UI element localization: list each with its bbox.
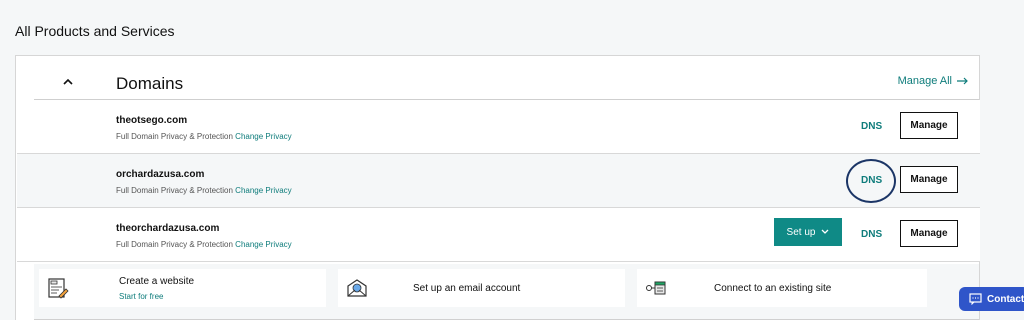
connect-site-icon [646,281,666,295]
chat-icon [969,293,982,305]
domains-card: Domains Manage All theotsego.com Full Do… [15,55,980,320]
contact-label: Contact [987,293,1024,305]
manage-all-label: Manage All [897,75,952,87]
domain-row-theorchardazusa: theorchardazusa.com Full Domain Privacy … [17,208,980,262]
domain-name: theorchardazusa.com [116,223,220,234]
setup-button[interactable]: Set up [774,218,842,246]
page-title: All Products and Services [15,23,175,39]
manage-button[interactable]: Manage [900,166,958,193]
dns-link[interactable]: DNS [861,229,882,240]
action-title: Set up an email account [413,283,521,294]
domain-row-theotsego: theotsego.com Full Domain Privacy & Prot… [17,100,980,154]
chevron-up-icon[interactable] [63,77,73,87]
section-title: Domains [116,74,184,93]
manage-button[interactable]: Manage [900,112,958,139]
contact-button[interactable]: Contact [959,287,1024,311]
start-for-free-link[interactable]: Start for free [119,292,163,301]
change-privacy-link[interactable]: Change Privacy [235,240,291,249]
email-icon [347,279,367,297]
privacy-label: Full Domain Privacy & Protection [116,132,233,141]
setup-label: Set up [786,226,816,238]
email-account-tile[interactable]: Set up an email account [338,269,625,307]
change-privacy-link[interactable]: Change Privacy [235,186,291,195]
create-website-tile[interactable]: Create a website Start for free [39,269,326,307]
website-builder-icon [48,278,69,299]
action-title: Connect to an existing site [714,283,832,294]
privacy-text: Full Domain Privacy & Protection Change … [116,240,292,249]
privacy-label: Full Domain Privacy & Protection [116,186,233,195]
domains-header: Domains Manage All [34,56,979,100]
manage-button[interactable]: Manage [900,220,958,247]
action-title: Create a website [119,276,195,287]
chevron-down-icon [821,229,829,234]
domain-name: orchardazusa.com [116,169,205,180]
connect-site-tile[interactable]: Connect to an existing site [637,269,927,307]
domain-name: theotsego.com [116,115,188,126]
privacy-label: Full Domain Privacy & Protection [116,240,233,249]
change-privacy-link[interactable]: Change Privacy [235,132,291,141]
dns-link[interactable]: DNS [861,175,882,186]
dns-link[interactable]: DNS [861,121,882,132]
arrow-right-icon [957,77,968,85]
domain-row-orchardazusa: orchardazusa.com Full Domain Privacy & P… [17,154,980,208]
privacy-text: Full Domain Privacy & Protection Change … [116,186,292,195]
manage-all-link[interactable]: Manage All [898,75,969,87]
quick-actions: Create a website Start for free Set up a… [34,264,979,320]
privacy-text: Full Domain Privacy & Protection Change … [116,132,292,141]
